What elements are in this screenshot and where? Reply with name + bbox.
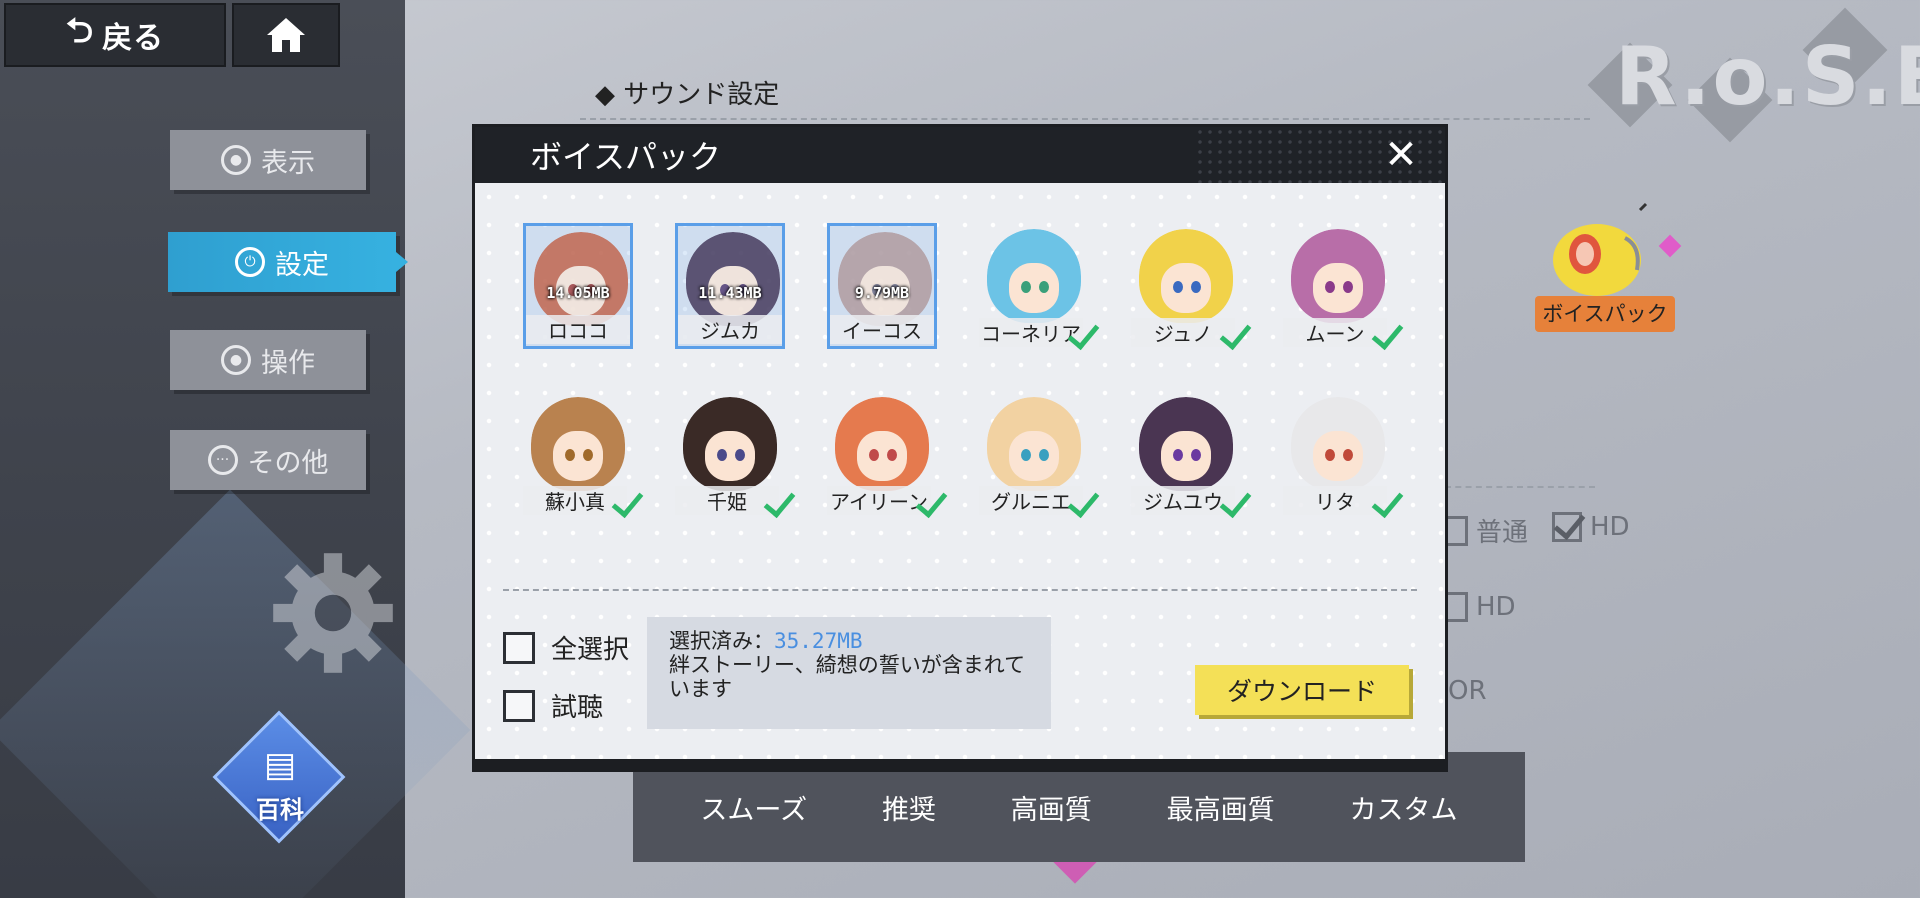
close-icon: ✕ — [1384, 132, 1418, 178]
character-card[interactable]: 千姫 — [675, 391, 785, 517]
downloaded-check-icon — [1065, 319, 1097, 349]
selected-prefix: 選択済み： — [669, 629, 774, 653]
character-card[interactable]: 14.05MB ロココ — [523, 223, 633, 349]
character-name: ロココ — [526, 315, 630, 344]
downloaded-check-icon — [1369, 487, 1401, 517]
wiki-label: 百科 — [256, 796, 304, 824]
character-portrait — [1291, 397, 1385, 491]
character-size: 9.79MB — [854, 284, 910, 302]
more-icon: ··· — [207, 445, 238, 475]
user-icon: ● — [221, 145, 251, 175]
selected-size: 35.27MB — [774, 629, 863, 653]
character-portrait — [683, 397, 777, 491]
back-label: 戻る — [102, 21, 165, 56]
hd-option-2[interactable]: HD — [1438, 592, 1516, 622]
character-card[interactable]: ジュノ — [1131, 223, 1241, 349]
notification-dot — [1658, 234, 1682, 258]
character-portrait — [838, 232, 932, 326]
character-portrait — [534, 232, 628, 326]
quality-option-recommended[interactable]: 推奨 — [882, 788, 936, 827]
user-icon: ● — [221, 345, 251, 375]
character-card[interactable]: 9.79MB イーコス — [827, 223, 937, 349]
character-card[interactable]: リタ — [1283, 391, 1393, 517]
select-all-checkbox[interactable] — [503, 631, 535, 664]
rose-logo: R.o.S.E — [1615, 30, 1920, 123]
sidebar-item-label: 操作 — [261, 347, 315, 379]
character-name: ジムカ — [678, 315, 782, 344]
character-size: 14.05MB — [546, 284, 610, 302]
character-portrait — [987, 397, 1081, 491]
character-card[interactable]: 11.43MB ジムカ — [675, 223, 785, 349]
character-portrait — [835, 397, 929, 491]
character-card[interactable]: グルニエ — [979, 391, 1089, 517]
dialog-divider — [503, 589, 1417, 591]
quality-option-smooth[interactable]: スムーズ — [700, 788, 807, 827]
quality-option-high[interactable]: 高画質 — [1011, 788, 1092, 827]
back-button[interactable]: ⮌ 戻る — [4, 3, 226, 67]
character-size: 11.43MB — [698, 284, 762, 302]
sidebar-item-label: 設定 — [275, 249, 329, 281]
character-card[interactable]: 蘇小真 — [523, 391, 633, 517]
downloaded-check-icon — [1217, 319, 1249, 349]
character-portrait — [531, 397, 625, 491]
partial-option: OR — [1448, 676, 1487, 706]
selection-note: 絆ストーリー、綺想の誓いが含まれています — [669, 653, 1026, 701]
preview-label: 試聴 — [551, 693, 604, 723]
character-portrait — [1139, 229, 1233, 323]
dialog-body: 14.05MB ロココ 11.43MB ジムカ 9.79MB イーコス コーネリア ジュノ ムー… — [475, 183, 1445, 759]
sidebar-item-display[interactable]: ● 表示 — [170, 130, 366, 190]
power-icon: ⏻ — [235, 247, 265, 277]
preview-checkbox[interactable] — [503, 689, 535, 722]
dialog-title: ボイスパック — [530, 138, 722, 176]
downloaded-check-icon — [1217, 487, 1249, 517]
sidebar-item-settings[interactable]: ⏻ 設定 — [168, 232, 408, 292]
hd-option[interactable]: HD — [1552, 512, 1630, 542]
character-portrait — [686, 232, 780, 326]
quality-option-highest[interactable]: 最高画質 — [1167, 788, 1275, 827]
normal-option[interactable]: 普通 — [1438, 512, 1528, 549]
downloaded-check-icon — [913, 487, 945, 517]
character-portrait — [987, 229, 1081, 323]
sidebar-item-label: その他 — [247, 447, 329, 479]
download-button[interactable]: ダウンロード — [1195, 665, 1409, 715]
voice-pack-dialog: ボイスパック ✕ 14.05MB ロココ 11.43MB ジムカ 9.79MB イーコス コ… — [472, 124, 1448, 772]
bg-divider — [1445, 486, 1595, 488]
character-card[interactable]: アイリーン — [827, 391, 937, 517]
sidebar-item-other[interactable]: ··· その他 — [170, 430, 366, 490]
character-card[interactable]: コーネリア — [979, 223, 1089, 349]
home-icon — [267, 18, 305, 52]
back-arrow-icon: ⮌ — [65, 10, 95, 51]
character-portrait — [1139, 397, 1233, 491]
voice-pack-entry-label[interactable]: ボイスパック — [1535, 296, 1675, 332]
downloaded-check-icon — [1369, 319, 1401, 349]
sidebar-item-label: 表示 — [261, 147, 315, 179]
close-button[interactable]: ✕ — [1377, 135, 1425, 175]
character-portrait — [1291, 229, 1385, 323]
select-all-option[interactable]: 全選択 — [503, 629, 629, 666]
hd-checkbox[interactable] — [1552, 512, 1582, 542]
home-button[interactable] — [232, 3, 340, 67]
character-card[interactable]: ジムユウ — [1131, 391, 1241, 517]
section-divider — [580, 118, 1590, 120]
sidebar-item-controls[interactable]: ● 操作 — [170, 330, 366, 390]
voice-pack-mascot-icon[interactable] — [1545, 200, 1655, 300]
downloaded-check-icon — [609, 487, 641, 517]
selection-info: 選択済み：35.27MB 絆ストーリー、綺想の誓いが含まれています — [647, 617, 1051, 729]
dialog-header: ボイスパック ✕ — [475, 127, 1445, 183]
quality-option-custom[interactable]: カスタム — [1350, 788, 1458, 827]
character-name: イーコス — [830, 315, 934, 344]
page-title: ◆ サウンド設定 — [595, 80, 780, 110]
downloaded-check-icon — [761, 487, 793, 517]
character-card[interactable]: ムーン — [1283, 223, 1393, 349]
downloaded-check-icon — [1065, 487, 1097, 517]
select-all-label: 全選択 — [551, 635, 630, 665]
preview-option[interactable]: 試聴 — [503, 687, 603, 724]
book-icon: ▤ — [263, 745, 297, 785]
gear-icon — [273, 553, 393, 673]
